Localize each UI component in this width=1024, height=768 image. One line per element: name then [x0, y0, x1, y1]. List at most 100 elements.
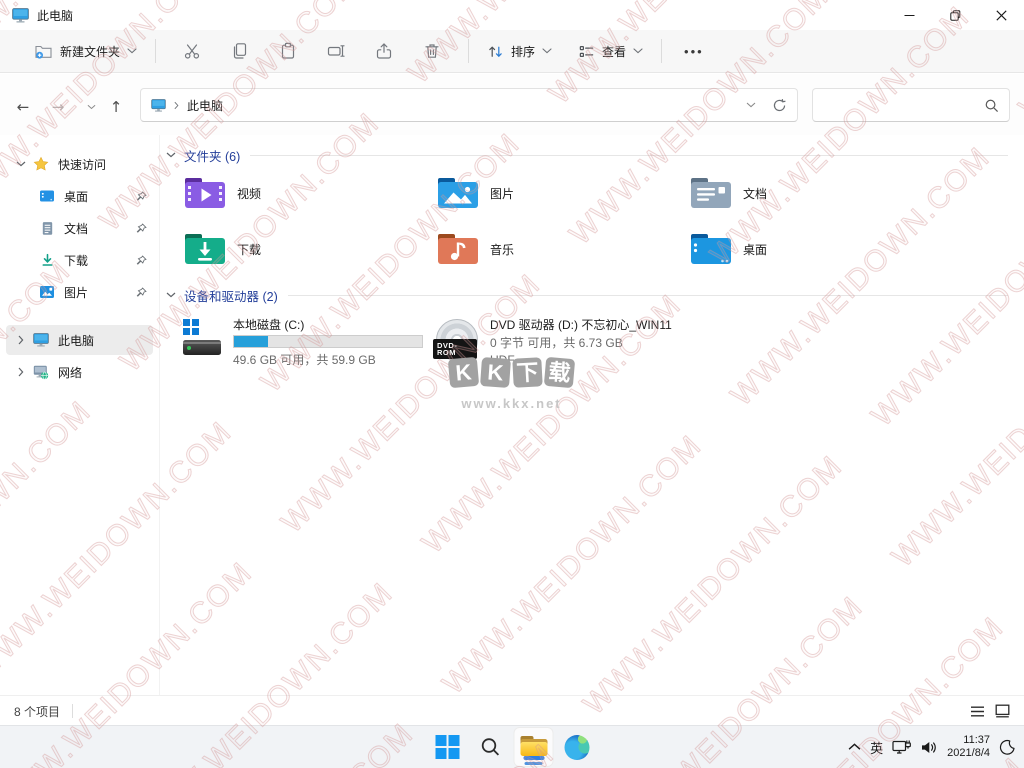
folders-grid: 视频 图片 文档 下载 音乐 桌面 [183, 173, 1024, 269]
dvd-disc-icon: DVD-ROM [433, 319, 478, 361]
minimize-button[interactable] [886, 0, 932, 30]
paste-button[interactable] [273, 36, 303, 66]
tray-time: 11:37 [963, 734, 990, 746]
taskbar-file-explorer-button[interactable] [513, 727, 554, 767]
taskbar-search-button[interactable] [471, 727, 511, 767]
videos-folder-icon [185, 178, 225, 208]
sort-arrows-icon [487, 43, 504, 60]
active-app-indicator [524, 762, 543, 765]
downloads-icon [38, 253, 56, 268]
pictures-icon [38, 285, 56, 299]
section-title: 文件夹 (6) [184, 149, 241, 164]
devices-section-header[interactable]: 设备和驱动器 (2) [166, 287, 1008, 304]
documents-icon [38, 221, 56, 236]
restore-button[interactable] [932, 0, 978, 30]
window-title: 此电脑 [37, 8, 74, 23]
sidebar-item-desktop[interactable]: 桌面 [6, 181, 153, 211]
back-button[interactable]: ← [10, 94, 36, 120]
downloads-folder-icon [185, 234, 225, 264]
search-input[interactable] [823, 97, 984, 113]
folder-tile-videos[interactable]: 视频 [183, 173, 436, 213]
sidebar-item-pictures[interactable]: 图片 [6, 277, 153, 307]
taskbar: 英 11:37 2021/8/4 [0, 725, 1024, 768]
start-button[interactable] [428, 727, 468, 767]
chevron-down-icon [166, 292, 180, 298]
view-button[interactable]: 查看 [572, 39, 649, 64]
window-controls [886, 0, 1024, 30]
sort-button[interactable]: 排序 [481, 39, 558, 64]
sidebar-item-label: 下载 [64, 253, 89, 268]
toolbar-divider [155, 39, 157, 63]
folder-label: 文档 [743, 186, 768, 201]
folder-label: 桌面 [743, 242, 768, 257]
ime-indicator[interactable]: 英 [870, 738, 883, 757]
search-icon [984, 98, 999, 113]
chevron-right-icon [12, 367, 30, 377]
sidebar-item-label: 桌面 [64, 189, 89, 204]
folder-tile-documents[interactable]: 文档 [689, 173, 942, 213]
sidebar-item-downloads[interactable]: 下载 [6, 245, 153, 275]
refresh-button[interactable] [772, 98, 787, 113]
large-icons-view-button[interactable] [995, 704, 1010, 718]
folder-tile-desktop[interactable]: 桌面 [689, 229, 942, 269]
rename-button[interactable] [321, 36, 351, 66]
taskbar-edge-button[interactable] [557, 727, 597, 767]
dvd-drive-tile[interactable]: DVD-ROM DVD 驱动器 (D:) 不忘初心_WIN11 0 字节 可用，… [433, 317, 1024, 369]
items-count: 8 个项目 [14, 704, 61, 719]
sidebar-item-label: 快速访问 [58, 157, 107, 172]
folder-tile-music[interactable]: 音乐 [436, 229, 689, 269]
desktop-folder-icon [691, 234, 731, 264]
folder-tile-downloads[interactable]: 下载 [183, 229, 436, 269]
chevron-down-icon [542, 48, 552, 54]
sidebar-item-quick-access[interactable]: 快速访问 [6, 149, 153, 179]
status-bar: 8 个项目 [0, 695, 1024, 726]
section-divider [287, 294, 1008, 296]
delete-button[interactable] [417, 36, 447, 66]
chevron-right-icon [174, 101, 179, 110]
folder-label: 音乐 [490, 242, 515, 257]
cut-button[interactable] [177, 36, 207, 66]
new-folder-label: 新建文件夹 [60, 44, 121, 59]
details-view-button[interactable] [970, 705, 985, 718]
pictures-folder-icon [438, 178, 478, 208]
sidebar-item-network[interactable]: 网络 [6, 357, 153, 387]
forward-button[interactable]: → [45, 94, 71, 120]
address-dropdown-chevron[interactable] [746, 102, 756, 108]
section-title: 设备和驱动器 (2) [184, 289, 278, 304]
sidebar: 快速访问 桌面 文档 下载 图片 此电脑 网络 [0, 135, 160, 695]
system-tray: 英 11:37 2021/8/4 [848, 726, 1016, 768]
volume-icon[interactable] [920, 740, 938, 755]
address-bar[interactable]: 此电脑 [140, 88, 798, 122]
moon-icon[interactable] [999, 739, 1016, 756]
network-icon[interactable] [892, 739, 912, 755]
more-options-button[interactable]: ••• [674, 44, 714, 59]
section-divider [250, 154, 1008, 156]
sidebar-item-this-pc[interactable]: 此电脑 [6, 325, 153, 355]
sort-label: 排序 [511, 44, 536, 59]
sidebar-item-label: 文档 [64, 221, 89, 236]
pin-icon [136, 190, 147, 202]
share-button[interactable] [369, 36, 399, 66]
history-chevron-button[interactable] [78, 94, 104, 120]
new-folder-icon [34, 42, 53, 60]
music-folder-icon [438, 234, 478, 264]
folders-section-header[interactable]: 文件夹 (6) [166, 147, 1008, 164]
sidebar-item-documents[interactable]: 文档 [6, 213, 153, 243]
up-button[interactable]: ↑ [103, 94, 129, 120]
breadcrumb-this-pc[interactable]: 此电脑 [187, 97, 223, 114]
this-pc-icon [151, 98, 166, 112]
folder-tile-pictures[interactable]: 图片 [436, 173, 689, 213]
view-label: 查看 [602, 44, 627, 59]
chevron-down-icon [12, 161, 30, 167]
address-row: ← → ↑ 此电脑 [0, 74, 1024, 135]
titlebar: 此电脑 [0, 0, 1024, 30]
desktop-icon [38, 189, 56, 203]
local-disk-tile[interactable]: 本地磁盘 (C:) 49.6 GB 可用，共 59.9 GB [183, 317, 436, 369]
folder-label: 下载 [237, 242, 262, 257]
new-folder-button[interactable]: 新建文件夹 [28, 38, 143, 64]
tray-chevron-up-icon[interactable] [848, 743, 861, 751]
close-button[interactable] [978, 0, 1024, 30]
this-pc-icon [12, 7, 29, 23]
copy-button[interactable] [225, 36, 255, 66]
taskbar-clock[interactable]: 11:37 2021/8/4 [947, 734, 990, 760]
